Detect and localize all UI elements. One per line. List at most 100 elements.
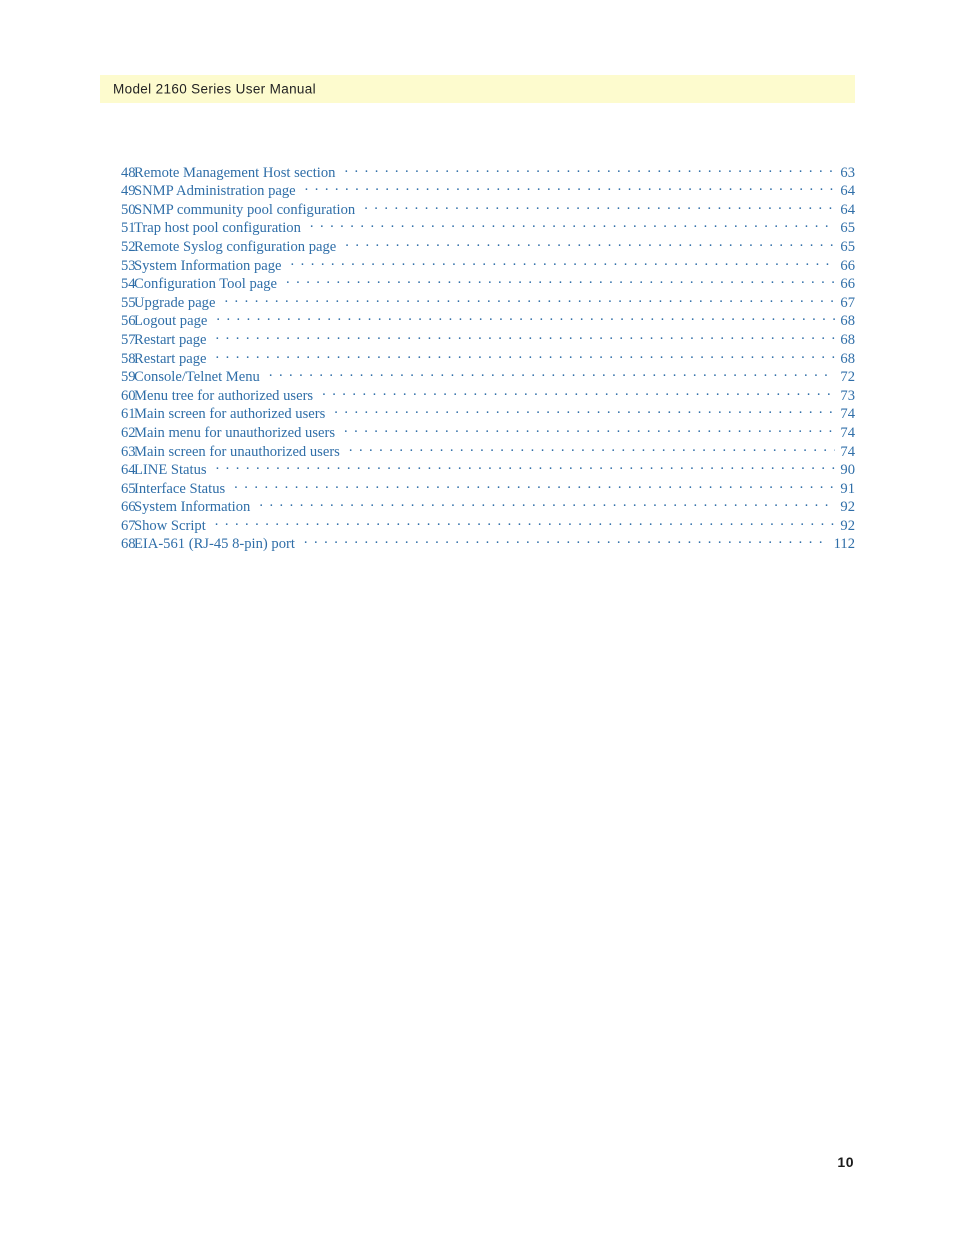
- toc-entry[interactable]: 61Main screen for authorized users 74: [100, 404, 855, 423]
- toc-entry-title: Trap host pool configuration: [134, 220, 301, 237]
- toc-dot-leader: [286, 274, 835, 289]
- toc-entry-title: LINE Status: [134, 462, 207, 479]
- toc-entry[interactable]: 60Menu tree for authorized users 73: [100, 385, 855, 404]
- toc-entry[interactable]: 54Configuration Tool page 66: [100, 274, 855, 293]
- toc-entry[interactable]: 62Main menu for unauthorized users 74: [100, 422, 855, 441]
- toc-entry-number: 67: [121, 517, 136, 534]
- toc-entry-number: 65: [121, 480, 136, 497]
- toc-dot-leader: [291, 255, 836, 270]
- toc-entry-number: 54: [121, 276, 136, 293]
- toc-entry[interactable]: 59Console/Telnet Menu 72: [100, 367, 855, 386]
- toc-dot-leader: [322, 385, 835, 400]
- toc-entry-number: 52: [121, 238, 136, 255]
- toc-entry[interactable]: 53System Information page 66: [100, 255, 855, 274]
- toc-entry[interactable]: 63Main screen for unauthorized users 74: [100, 441, 855, 460]
- toc-entry-page-number: 64: [840, 201, 855, 218]
- toc-entry-page-number: 68: [840, 313, 855, 330]
- toc-entry[interactable]: 49SNMP Administration page 64: [100, 181, 855, 200]
- toc-dot-leader: [224, 292, 835, 307]
- toc-entry-title: System Information page: [134, 257, 282, 274]
- toc-entry-title: Main screen for unauthorized users: [134, 443, 340, 460]
- toc-entry-page-number: 65: [840, 220, 855, 237]
- toc-entry-page-number: 64: [840, 183, 855, 200]
- toc-entry-page-number: 65: [840, 238, 855, 255]
- toc-entry-number: 49: [121, 183, 136, 200]
- toc-entry-title: SNMP Administration page: [134, 183, 296, 200]
- toc-entry-number: 62: [121, 424, 136, 441]
- toc-dot-leader: [344, 422, 835, 437]
- toc-entry-page-number: 72: [840, 369, 855, 386]
- toc-dot-leader: [310, 218, 836, 233]
- toc-entry-title: Interface Status: [134, 480, 226, 497]
- toc-entry-number: 50: [121, 201, 136, 218]
- toc-entry-title: Configuration Tool page: [134, 276, 278, 293]
- toc-dot-leader: [349, 441, 836, 456]
- toc-entry-number: 61: [121, 406, 136, 423]
- toc-dot-leader: [304, 534, 829, 549]
- toc-entry-title: Console/Telnet Menu: [134, 369, 260, 386]
- toc-dot-leader: [215, 515, 836, 530]
- toc-entry-number: 55: [121, 294, 136, 311]
- toc-entry-title: Menu tree for authorized users: [134, 387, 314, 404]
- toc-entry-page-number: 92: [840, 499, 855, 516]
- toc-entry-title: Upgrade page: [134, 294, 216, 311]
- toc-entry-title: System Information: [134, 499, 251, 516]
- toc-entry-title: Restart page: [134, 350, 207, 367]
- toc-entry-page-number: 73: [840, 387, 855, 404]
- toc-entry-title: EIA-561 (RJ-45 8-pin) port: [134, 536, 295, 553]
- toc-entry[interactable]: 48Remote Management Host section 63: [100, 162, 855, 181]
- toc-entry-page-number: 74: [840, 406, 855, 423]
- toc-entry[interactable]: 66System Information 92: [100, 497, 855, 516]
- toc-entry[interactable]: 52Remote Syslog configuration page 65: [100, 236, 855, 255]
- toc-entry[interactable]: 65Interface Status 91: [100, 478, 855, 497]
- toc-entry[interactable]: 58Restart page 68: [100, 348, 855, 367]
- toc-entry-number: 53: [121, 257, 136, 274]
- toc-entry-title: Remote Syslog configuration page: [134, 238, 337, 255]
- toc-entry-number: 59: [121, 369, 136, 386]
- toc-dot-leader: [344, 162, 835, 177]
- toc-dot-leader: [216, 348, 836, 363]
- toc-entry-page-number: 92: [840, 517, 855, 534]
- toc-dot-leader: [334, 404, 835, 419]
- toc-entry[interactable]: 50SNMP community pool configuration 64: [100, 199, 855, 218]
- toc-entry-number: 64: [121, 462, 136, 479]
- toc-entry-number: 63: [121, 443, 136, 460]
- toc-dot-leader: [364, 199, 835, 214]
- toc-entry-page-number: 112: [833, 536, 855, 553]
- toc-entry-number: 51: [121, 220, 136, 237]
- toc-entry-number: 56: [121, 313, 136, 330]
- toc-entry-title: Show Script: [134, 517, 206, 534]
- toc-entry-title: Main screen for authorized users: [134, 406, 326, 423]
- running-header-title: Model 2160 Series User Manual: [113, 81, 316, 97]
- toc-dot-leader: [216, 311, 835, 326]
- toc-entry[interactable]: 56Logout page 68: [100, 311, 855, 330]
- toc-dot-leader: [305, 181, 836, 196]
- toc-entry[interactable]: 57Restart page 68: [100, 329, 855, 348]
- toc-entry-page-number: 66: [840, 276, 855, 293]
- toc-entry-title: Restart page: [134, 331, 207, 348]
- footer-page-number: 10: [837, 1154, 854, 1170]
- toc-entry[interactable]: 68EIA-561 (RJ-45 8-pin) port 112: [100, 534, 855, 553]
- toc-entry-page-number: 91: [840, 480, 855, 497]
- toc-dot-leader: [345, 236, 835, 251]
- toc-entry-title: Main menu for unauthorized users: [134, 424, 336, 441]
- toc-entry-number: 48: [121, 164, 136, 181]
- toc-entry-page-number: 74: [840, 443, 855, 460]
- toc-dot-leader: [259, 497, 835, 512]
- toc-dot-leader: [234, 478, 835, 493]
- toc-dot-leader: [216, 329, 836, 344]
- toc-entry-page-number: 74: [840, 424, 855, 441]
- table-of-contents-list: 48Remote Management Host section6349SNMP…: [100, 162, 855, 552]
- toc-entry-title: Logout page: [134, 313, 208, 330]
- toc-entry-page-number: 68: [840, 350, 855, 367]
- toc-dot-leader: [216, 460, 836, 475]
- toc-entry[interactable]: 67Show Script 92: [100, 515, 855, 534]
- toc-entry-number: 58: [121, 350, 136, 367]
- toc-entry-number: 60: [121, 387, 136, 404]
- toc-entry-page-number: 68: [840, 331, 855, 348]
- toc-entry-title: SNMP community pool configuration: [134, 201, 356, 218]
- toc-entry[interactable]: 64LINE Status 90: [100, 460, 855, 479]
- toc-entry[interactable]: 55Upgrade page 67: [100, 292, 855, 311]
- toc-entry[interactable]: 51Trap host pool configuration 65: [100, 218, 855, 237]
- toc-entry-number: 57: [121, 331, 136, 348]
